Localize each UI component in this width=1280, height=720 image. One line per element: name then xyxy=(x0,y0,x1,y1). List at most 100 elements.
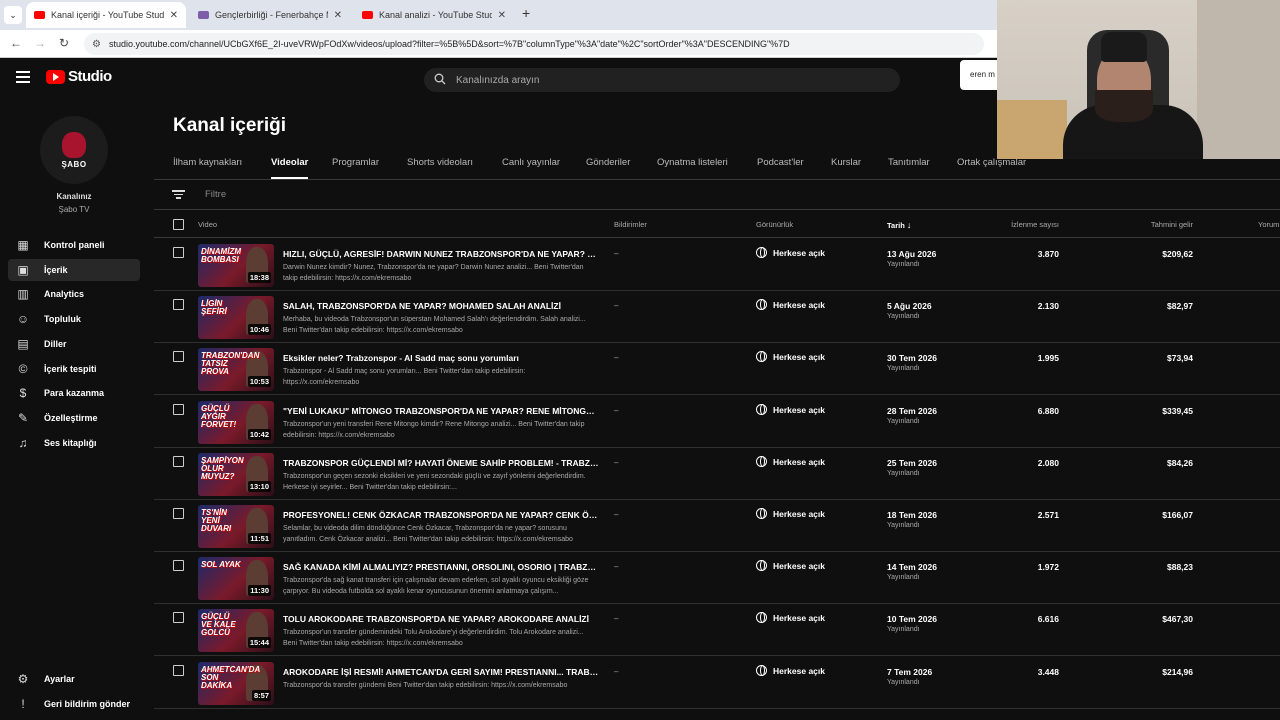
video-thumbnail[interactable]: TRABZON'DAN TATSIZ PROVA 10:53 xyxy=(198,348,274,391)
video-title[interactable]: SALAH, TRABZONSPOR'DA NE YAPAR? MOHAMED … xyxy=(283,301,599,311)
video-row[interactable]: GÜÇLÜ AYGIR FORVET! 10:42 "YENİ LUKAKU" Mİ… xyxy=(154,396,1280,448)
visibility-dropdown[interactable]: Herkese açık xyxy=(756,665,825,676)
row-checkbox[interactable] xyxy=(173,665,184,676)
video-title[interactable]: AROKODARE İŞİ RESMİ! AHMETCAN'DA GERİ SA… xyxy=(283,667,599,677)
page-title: Kanal içeriği xyxy=(173,115,286,136)
column-revenue[interactable]: Tahmini gelir xyxy=(1151,220,1193,229)
video-title[interactable]: SAĞ KANADA KİMİ ALMALIYIZ? PRESTIANNI, O… xyxy=(283,562,599,572)
content-tab[interactable]: Videolar xyxy=(271,157,309,179)
content-tab[interactable]: Podcast'ler xyxy=(757,157,804,179)
sidebar-footer-item[interactable]: ! Geri bildirim gönder xyxy=(8,693,140,715)
sidebar-item[interactable]: ▤ Diller xyxy=(8,333,140,355)
column-date[interactable]: Tarih ↓ xyxy=(887,220,911,230)
browser-tab[interactable]: Gençlerbirliği - Fenerbahçe Ma ✕ xyxy=(190,2,350,28)
visibility-dropdown[interactable]: Herkese açık xyxy=(756,247,825,258)
sidebar-item[interactable]: ☺ Topluluk xyxy=(8,308,140,330)
new-tab-icon[interactable]: + xyxy=(522,5,530,21)
sidebar-footer-item[interactable]: ⚙ Ayarlar xyxy=(8,668,140,690)
browser-tab[interactable]: Kanal içeriği - YouTube Studio ✕ xyxy=(26,2,186,28)
channel-avatar[interactable]: ŞABO xyxy=(40,116,108,184)
reload-icon[interactable]: ↻ xyxy=(59,36,69,50)
filter-input[interactable]: Filtre xyxy=(205,189,226,200)
video-title[interactable]: Eksikler neler? Trabzonspor - Al Sadd ma… xyxy=(283,353,599,363)
column-views[interactable]: İzlenme sayısı xyxy=(1011,220,1059,229)
video-row[interactable]: ŞAMPİYON OLUR MUYUZ? 13:10 TRABZONSPOR GÜÇ… xyxy=(154,448,1280,500)
row-checkbox[interactable] xyxy=(173,351,184,362)
content-tab[interactable]: Shorts videoları xyxy=(407,157,473,179)
video-title[interactable]: PROFESYONEL! CENK ÖZKACAR TRABZONSPOR'DA… xyxy=(283,510,599,520)
visibility-dropdown[interactable]: Herkese açık xyxy=(756,612,825,623)
sidebar-item[interactable]: ✎ Özelleştirme xyxy=(8,407,140,429)
studio-logo[interactable]: Studio xyxy=(46,68,112,85)
back-icon[interactable]: ← xyxy=(10,36,22,50)
visibility-dropdown[interactable]: Herkese açık xyxy=(756,351,825,362)
content-tab[interactable]: İlham kaynakları xyxy=(173,157,242,179)
video-row[interactable]: TS'NİN YENİ DUVARI 11:51 PROFESYONEL! CENK… xyxy=(154,500,1280,552)
content-tab[interactable]: Gönderiler xyxy=(586,157,630,179)
video-thumbnail[interactable]: ŞAMPİYON OLUR MUYUZ? 13:10 xyxy=(198,453,274,496)
video-row[interactable]: TRABZON'DAN TATSIZ PROVA 10:53 Eksikler ne… xyxy=(154,343,1280,395)
visibility-dropdown[interactable]: Herkese açık xyxy=(756,560,825,571)
video-thumbnail[interactable]: LİGİN ŞEFİRİ 10:46 xyxy=(198,296,274,339)
row-checkbox[interactable] xyxy=(173,612,184,623)
row-checkbox[interactable] xyxy=(173,456,184,467)
close-tab-icon[interactable]: ✕ xyxy=(498,10,506,21)
content-tab[interactable]: Canlı yayınlar xyxy=(502,157,560,179)
content-tab[interactable]: Kurslar xyxy=(831,157,861,179)
visibility-dropdown[interactable]: Herkese açık xyxy=(756,456,825,467)
filter-bar[interactable]: Filtre xyxy=(154,180,1280,210)
tab-search-dropdown-icon[interactable]: ⌄ xyxy=(4,6,22,24)
content-tab[interactable]: Tanıtımlar xyxy=(888,157,930,179)
sidebar-item[interactable]: ▥ Analytics xyxy=(8,283,140,305)
video-row[interactable]: LİGİN ŞEFİRİ 10:46 SALAH, TRABZONSPOR'DA N… xyxy=(154,291,1280,343)
sidebar-item[interactable]: ▦ Kontrol paneli xyxy=(8,234,140,256)
content-tab[interactable]: Programlar xyxy=(332,157,379,179)
video-thumbnail[interactable]: GÜÇLÜ AYGIR FORVET! 10:42 xyxy=(198,401,274,444)
video-thumbnail[interactable]: DİNAMİZM BOMBASI 18:38 xyxy=(198,244,274,287)
visibility-dropdown[interactable]: Herkese açık xyxy=(756,508,825,519)
video-title[interactable]: TRABZONSPOR GÜÇLENDİ Mİ? HAYATİ ÖNEME SA… xyxy=(283,458,599,468)
sidebar-item[interactable]: © İçerik tespiti xyxy=(8,358,140,380)
filter-icon[interactable] xyxy=(172,188,185,201)
browser-tab[interactable]: Kanal analizi - YouTube Studio ✕ xyxy=(354,2,514,28)
column-comments[interactable]: Yorum xyxy=(1258,220,1279,229)
video-title[interactable]: HIZLI, GÜÇLÜ, AGRESİF! DARWIN NUNEZ TRAB… xyxy=(283,249,599,259)
select-all-checkbox[interactable] xyxy=(173,219,184,230)
column-restrictions[interactable]: Bildirimler xyxy=(614,220,647,229)
content-tab[interactable]: Oynatma listeleri xyxy=(657,157,728,179)
site-info-icon[interactable]: ⚙ xyxy=(92,39,101,50)
video-title[interactable]: "YENİ LUKAKU" MİTONGO TRABZONSPOR'DA NE … xyxy=(283,406,599,416)
menu-icon[interactable] xyxy=(16,71,30,83)
video-row[interactable]: GÜÇLÜ VE KALE GOLCÜ 15:44 TOLU AROKODARE T… xyxy=(154,604,1280,656)
publish-status: Yayınlandı xyxy=(887,522,920,529)
column-visibility[interactable]: Görünürlük xyxy=(756,220,793,229)
row-checkbox[interactable] xyxy=(173,299,184,310)
video-row[interactable]: AHMETCAN'DA SON DAKİKA 8:57 AROKODARE İŞİ … xyxy=(154,657,1280,709)
url-field[interactable]: ⚙ studio.youtube.com/channel/UCbGXf6E_2I… xyxy=(84,33,984,55)
publish-status: Yayınlandı xyxy=(887,418,920,425)
channel-search-input[interactable]: Kanalınızda arayın xyxy=(424,68,900,92)
video-thumbnail[interactable]: GÜÇLÜ VE KALE GOLCÜ 15:44 xyxy=(198,609,274,652)
content-tab[interactable]: Ortak çalışmalar xyxy=(957,157,1026,179)
close-tab-icon[interactable]: ✕ xyxy=(334,10,342,21)
sidebar-item[interactable]: ♫ Ses kitaplığı xyxy=(8,432,140,454)
video-row[interactable]: SOL AYAK 11:30 SAĞ KANADA KİMİ ALMALIYIZ? … xyxy=(154,552,1280,604)
forward-icon[interactable]: → xyxy=(34,36,46,50)
video-thumbnail[interactable]: TS'NİN YENİ DUVARI 11:51 xyxy=(198,505,274,548)
sidebar-item[interactable]: ▣ İçerik xyxy=(8,259,140,281)
video-thumbnail[interactable]: SOL AYAK 11:30 xyxy=(198,557,274,600)
close-tab-icon[interactable]: ✕ xyxy=(170,10,178,21)
visibility-dropdown[interactable]: Herkese açık xyxy=(756,404,825,415)
video-thumbnail[interactable]: AHMETCAN'DA SON DAKİKA 8:57 xyxy=(198,662,274,705)
sidebar-item[interactable]: $ Para kazanma xyxy=(8,382,140,404)
row-checkbox[interactable] xyxy=(173,247,184,258)
sidebar-item-label: Para kazanma xyxy=(44,388,105,398)
visibility-dropdown[interactable]: Herkese açık xyxy=(756,299,825,310)
row-checkbox[interactable] xyxy=(173,508,184,519)
column-video[interactable]: Video xyxy=(198,220,217,229)
video-title[interactable]: TOLU AROKODARE TRABZONSPOR'DA NE YAPAR? … xyxy=(283,614,599,624)
url-text: studio.youtube.com/channel/UCbGXf6E_2I-u… xyxy=(108,39,790,49)
row-checkbox[interactable] xyxy=(173,560,184,571)
row-checkbox[interactable] xyxy=(173,404,184,415)
video-row[interactable]: DİNAMİZM BOMBASI 18:38 HIZLI, GÜÇLÜ, AGRES… xyxy=(154,239,1280,291)
